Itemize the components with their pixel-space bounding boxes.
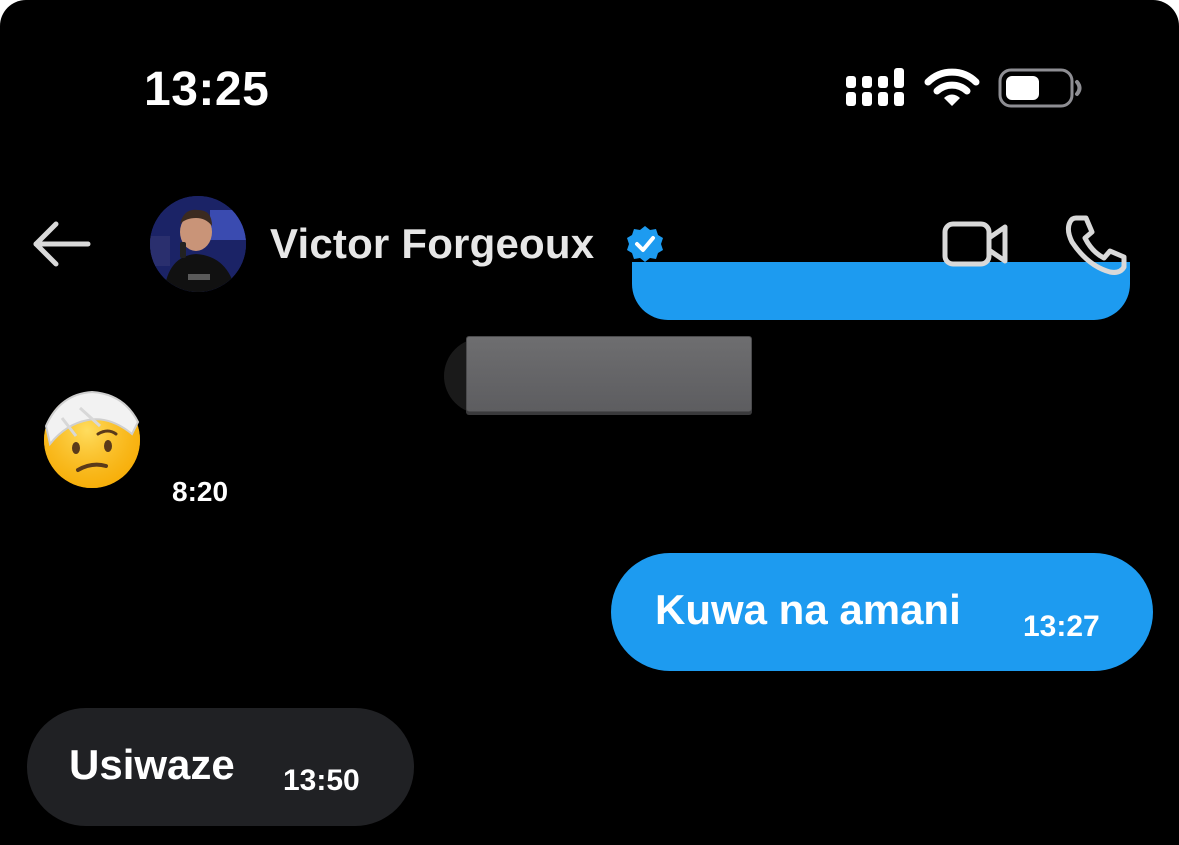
contact-avatar[interactable] [150, 196, 246, 292]
message-text: Usiwaze [69, 741, 235, 788]
phone-icon [1065, 215, 1127, 275]
video-camera-icon [942, 221, 1008, 267]
status-time: 13:25 [144, 63, 270, 116]
back-button[interactable] [28, 214, 94, 274]
battery-icon [998, 68, 1082, 108]
dm-conversation-screen: 13:25 Victor Forgeoux 8:20 Kuwa na amani… [0, 0, 1179, 845]
signal-icon [846, 68, 904, 106]
wifi-icon [924, 68, 980, 106]
message-timestamp: 13:50 [283, 764, 360, 797]
contact-name[interactable]: Victor Forgeoux [270, 220, 594, 268]
voice-call-button[interactable] [1062, 212, 1128, 276]
verified-badge-icon [627, 226, 663, 262]
message-text: Kuwa na amani [655, 586, 961, 633]
message-timestamp: 8:20 [172, 476, 229, 507]
incoming-message-bubble[interactable]: Usiwaze 13:50 [27, 708, 414, 826]
emoji-message-face-with-head-bandage[interactable] [40, 386, 144, 490]
video-call-button[interactable] [940, 214, 1010, 274]
arrow-left-icon [33, 221, 91, 267]
message-timestamp: 13:27 [1023, 610, 1100, 643]
redacted-media [466, 336, 752, 412]
previous-outgoing-bubble[interactable] [632, 262, 1130, 320]
outgoing-message-bubble[interactable]: Kuwa na amani 13:27 [611, 553, 1153, 671]
